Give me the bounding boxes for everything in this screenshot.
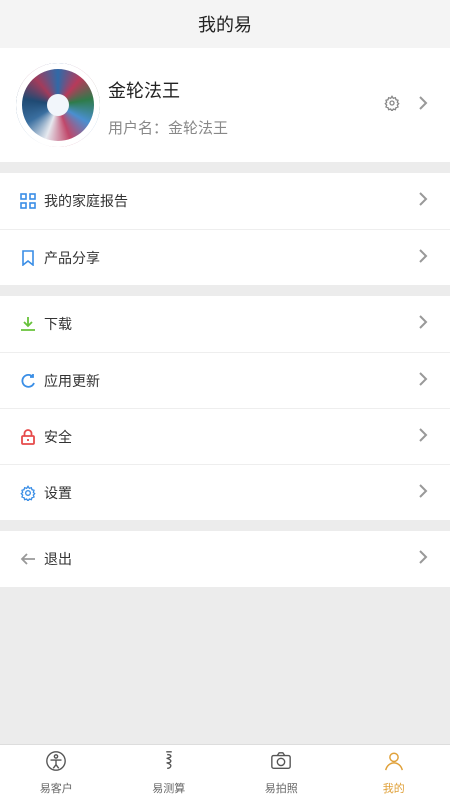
menu-label: 安全 [44, 429, 72, 446]
refresh-icon [20, 373, 36, 389]
chevron-right-icon [418, 483, 428, 503]
page-title: 我的易 [198, 15, 252, 36]
profile-username: 用户名：金轮法王 [108, 118, 229, 137]
menu-group-logout: 退出 [0, 531, 450, 587]
bottom-tabbar: 易客户 易测算 易拍照 我的 [0, 744, 450, 800]
menu-group-reports: 我的家庭报告 产品分享 [0, 173, 450, 285]
top-header: 我的易 [0, 0, 450, 48]
menu-label: 退出 [44, 552, 72, 568]
tab-label: 易测算 [152, 781, 186, 795]
gear-icon [20, 484, 36, 501]
menu-item-download[interactable]: 下载 [0, 296, 450, 352]
profile-card[interactable]: 金轮法王 用户名：金轮法王 [0, 48, 450, 162]
menu-item-app-update[interactable]: 应用更新 [0, 352, 450, 408]
menu-item-settings[interactable]: 设置 [0, 464, 450, 520]
menu-group-app: 下载 应用更新 安全 设置 [0, 296, 450, 520]
download-icon [20, 316, 36, 332]
chevron-right-icon [418, 427, 428, 447]
menu-item-logout[interactable]: 退出 [0, 531, 450, 587]
chevron-right-icon [418, 314, 428, 334]
calc-icon [158, 750, 180, 776]
tab-photo[interactable]: 易拍照 [225, 745, 338, 800]
customer-icon [45, 750, 67, 776]
bookmark-icon [20, 249, 36, 266]
tab-customer[interactable]: 易客户 [0, 745, 113, 800]
tab-label: 易拍照 [264, 781, 298, 795]
grid-icon [20, 193, 36, 209]
chevron-right-icon [418, 248, 428, 268]
chevron-right-icon [418, 95, 428, 115]
badge-gear-icon[interactable] [384, 95, 400, 115]
avatar [16, 63, 100, 147]
tab-label: 易客户 [39, 781, 73, 795]
menu-item-product-share[interactable]: 产品分享 [0, 229, 450, 285]
menu-label: 产品分享 [44, 250, 100, 267]
tab-calculate[interactable]: 易测算 [113, 745, 226, 800]
menu-label: 应用更新 [44, 373, 100, 390]
tab-label: 我的 [382, 781, 405, 795]
chevron-right-icon [418, 549, 428, 569]
menu-item-family-report[interactable]: 我的家庭报告 [0, 173, 450, 229]
menu-label: 设置 [44, 485, 72, 502]
user-icon [383, 750, 405, 776]
divider [0, 285, 450, 296]
arrow-left-icon [20, 551, 36, 567]
menu-label: 我的家庭报告 [44, 194, 128, 210]
menu-item-security[interactable]: 安全 [0, 408, 450, 464]
divider [0, 520, 450, 531]
lock-icon [20, 428, 36, 445]
tab-mine[interactable]: 我的 [338, 745, 450, 800]
profile-name: 金轮法王 [108, 80, 180, 102]
divider [0, 162, 450, 173]
chevron-right-icon [418, 371, 428, 391]
chevron-right-icon [418, 191, 428, 211]
camera-icon [270, 750, 292, 776]
menu-label: 下载 [44, 317, 72, 333]
